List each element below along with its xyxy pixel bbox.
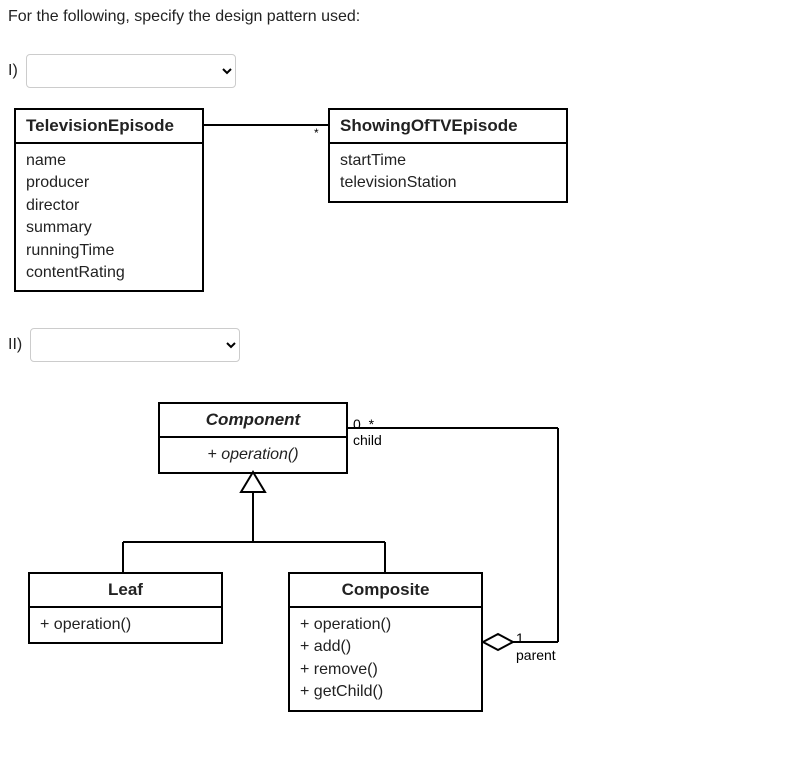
attr: summary (26, 217, 192, 239)
attr: director (26, 195, 192, 217)
op: + remove() (300, 659, 471, 681)
question-prompt: For the following, specify the design pa… (8, 8, 783, 26)
op: + operation() (170, 444, 336, 466)
uml-title-leaf: Leaf (30, 574, 221, 608)
part-two-select[interactable] (30, 328, 240, 362)
attr: contentRating (26, 262, 192, 284)
part-two-label: II) (8, 336, 22, 354)
uml-title-television-episode: TelevisionEpisode (16, 110, 202, 144)
uml-box-composite: Composite + operation() + add() + remove… (288, 572, 483, 712)
uml-body-showing: startTime televisionStation (330, 144, 566, 201)
child-role: child (353, 432, 382, 448)
part-one-label: I) (8, 62, 18, 80)
assoc-multiplicity: * (314, 126, 319, 140)
uml-body-television-episode: name producer director summary runningTi… (16, 144, 202, 290)
op: + add() (300, 636, 471, 658)
child-multiplicity: 0..* (353, 416, 374, 432)
uml-box-showing: ShowingOfTVEpisode startTime televisionS… (328, 108, 568, 203)
attr: producer (26, 172, 192, 194)
uml-box-television-episode: TelevisionEpisode name producer director… (14, 108, 204, 292)
generalization-arrowhead-icon (241, 472, 265, 492)
uml-body-leaf: + operation() (30, 608, 221, 642)
op: + operation() (40, 614, 211, 636)
attr: startTime (340, 150, 556, 172)
uml-title-component: Component (160, 404, 346, 438)
uml-box-leaf: Leaf + operation() (28, 572, 223, 644)
diagram-one: TelevisionEpisode name producer director… (8, 108, 783, 318)
attr: runningTime (26, 240, 192, 262)
uml-box-component: Component + operation() (158, 402, 348, 474)
parent-role: parent (516, 647, 556, 663)
op: + getChild() (300, 681, 471, 703)
part-two-row: II) (8, 328, 783, 362)
part-one-row: I) (8, 54, 783, 88)
uml-body-component: + operation() (160, 438, 346, 472)
part-one-select[interactable] (26, 54, 236, 88)
uml-body-composite: + operation() + add() + remove() + getCh… (290, 608, 481, 710)
attr: name (26, 150, 192, 172)
attr: televisionStation (340, 172, 556, 194)
uml-title-composite: Composite (290, 574, 481, 608)
uml-title-showing: ShowingOfTVEpisode (330, 110, 566, 144)
assoc-line (204, 124, 328, 126)
diagram-two: Component + operation() Leaf + operation… (8, 402, 783, 772)
aggregation-diamond-icon (483, 634, 513, 650)
op: + operation() (300, 614, 471, 636)
parent-multiplicity: 1 (516, 630, 524, 646)
